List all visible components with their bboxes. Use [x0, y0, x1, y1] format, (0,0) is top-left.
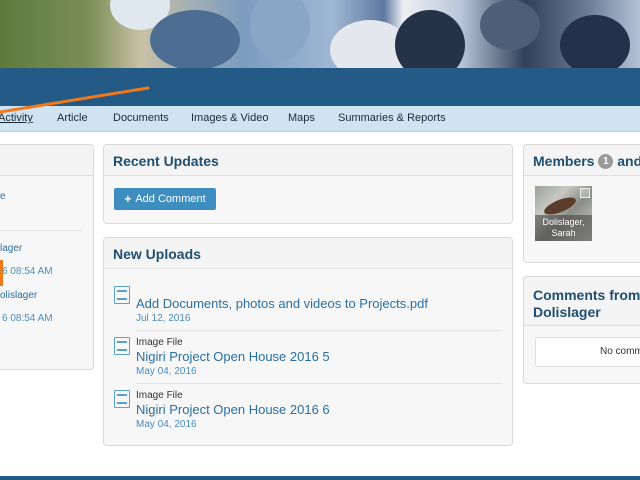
recent-updates-panel: Recent Updates [103, 144, 513, 224]
upload-date: Jul 12, 2016 [136, 313, 191, 324]
member-name: Dolislager, Sarah [535, 215, 592, 241]
activity-date: 6 08:54 AM [2, 313, 53, 324]
upload-date: May 04, 2016 [136, 419, 197, 430]
comments-panel: Comments from Dolislager [523, 276, 640, 384]
members-title-text: Members [533, 153, 595, 169]
footer-band [0, 476, 640, 480]
film-icon [114, 337, 130, 355]
upload-item[interactable]: Image File Nigiri Project Open House 201… [112, 390, 502, 434]
recent-updates-title: Recent Updates [113, 153, 219, 169]
activity-author[interactable]: lager [0, 243, 22, 254]
upload-file-name[interactable]: Nigiri Project Open House 2016 6 [136, 402, 330, 417]
film-icon [114, 390, 130, 408]
left-panel-text[interactable]: e [0, 191, 6, 202]
new-uploads-title: New Uploads [113, 246, 201, 262]
members-count-badge: 1 [598, 154, 614, 169]
film-icon [114, 286, 130, 304]
add-comment-button[interactable]: + Add Comment [114, 188, 216, 210]
upload-file-name[interactable]: Nigiri Project Open House 2016 5 [136, 349, 330, 364]
members-title: Members 1 and [533, 153, 640, 169]
upload-file-type: Image File [136, 390, 183, 401]
upload-item[interactable]: Add Documents, photos and videos to Proj… [112, 286, 502, 326]
upload-item[interactable]: Image File Nigiri Project Open House 201… [112, 337, 502, 381]
no-comments-text: No comm [600, 346, 640, 357]
comments-title-line2: Dolislager [533, 304, 601, 320]
activity-date: 6 08:54 AM [2, 266, 53, 277]
comments-title-line1: Comments from [533, 287, 640, 303]
member-card[interactable]: Dolislager, Sarah [535, 186, 592, 241]
add-comment-label: Add Comment [135, 193, 206, 205]
no-comments-box: No comm [535, 337, 640, 367]
left-activity-panel [0, 144, 94, 370]
annotation-line [0, 86, 150, 114]
upload-file-name[interactable]: Add Documents, photos and videos to Proj… [136, 296, 428, 311]
upload-file-type: Image File [136, 337, 183, 348]
members-title-suffix: and [617, 153, 640, 169]
activity-author[interactable]: olislager [0, 290, 37, 301]
upload-date: May 04, 2016 [136, 366, 197, 377]
plus-icon: + [124, 192, 132, 206]
checkbox-icon[interactable] [580, 188, 590, 198]
